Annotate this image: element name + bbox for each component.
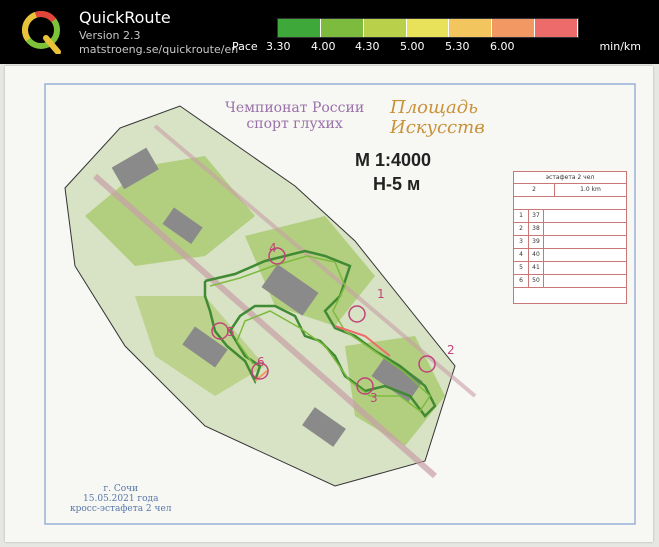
- legend-cell: 1: [514, 210, 529, 222]
- orienteering-map[interactable]: 1 2 3 4 5 6 Чемпионат России спорт глухи…: [5, 66, 653, 542]
- legend-cell: 5: [514, 262, 529, 274]
- pace-color-segment: [449, 19, 493, 37]
- control-label: 4: [269, 241, 277, 255]
- pace-tick: 4.00: [311, 40, 336, 53]
- app-url[interactable]: matstroeng.se/quickroute/en: [79, 43, 238, 56]
- map-title: Чемпионат России спорт глухих: [225, 100, 365, 132]
- legend-cell: 4: [514, 249, 529, 261]
- pace-unit: min/km: [599, 40, 641, 53]
- map-credits: г. Сочи 15.05.2021 года кросс-эстафета 2…: [70, 484, 172, 514]
- control-label: 1: [377, 287, 385, 301]
- pace-tick: 6.00: [490, 40, 515, 53]
- legend-row: 5 41: [514, 262, 626, 275]
- legend-cell: 50: [529, 275, 544, 287]
- pace-tick: 3.30: [266, 40, 291, 53]
- pace-tick: 5.30: [445, 40, 470, 53]
- pace-tick: 5.00: [400, 40, 425, 53]
- legend-cell: 3: [514, 236, 529, 248]
- pace-color-segment: [535, 19, 579, 37]
- legend-cell: 39: [529, 236, 544, 248]
- pace-color-segment: [363, 19, 407, 37]
- legend-row: 6 50: [514, 275, 626, 288]
- place-title: Площадь Искусств: [390, 97, 485, 138]
- control-label: 5: [227, 325, 235, 339]
- map-drawing: 1 2 3 4 5 6: [44, 83, 636, 525]
- pace-color-segment: [278, 19, 321, 37]
- control-label: 2: [447, 343, 455, 357]
- pace-color-segment: [320, 19, 364, 37]
- legend-cell: 6: [514, 275, 529, 287]
- pace-color-bar: [277, 18, 579, 38]
- pace-tick: 4.30: [355, 40, 380, 53]
- legend-cell: 37: [529, 210, 544, 222]
- pace-label: Pace: [232, 40, 258, 53]
- legend-cell: 41: [529, 262, 544, 274]
- pace-color-segment: [492, 19, 536, 37]
- legend-cell: 2: [514, 223, 529, 235]
- app-header: QuickRoute Version 2.3 matstroeng.se/qui…: [0, 0, 659, 64]
- control-label: 3: [370, 391, 378, 405]
- contour-interval: Н-5 м: [373, 174, 421, 194]
- legend-cell: 40: [529, 249, 544, 261]
- legend-row: 2 38: [514, 223, 626, 236]
- legend-cell: 38: [529, 223, 544, 235]
- legend-row: 1 37: [514, 210, 626, 223]
- map-scale: М 1:4000: [355, 150, 432, 170]
- legend-row: 3 39: [514, 236, 626, 249]
- control-description-sheet: эстафета 2 чел 2 1.0 km 1 37 2 38 3 39 4 40 5 41 6…: [513, 171, 627, 304]
- app-title: QuickRoute: [79, 8, 171, 27]
- map-viewport[interactable]: 1 2 3 4 5 6 Чемпионат России спорт глухи…: [0, 64, 659, 547]
- pace-color-segment: [406, 19, 450, 37]
- app-version: Version 2.3: [79, 29, 141, 42]
- control-label: 6: [257, 355, 265, 369]
- quickroute-logo-icon: [22, 11, 61, 54]
- legend-row: 4 40: [514, 249, 626, 262]
